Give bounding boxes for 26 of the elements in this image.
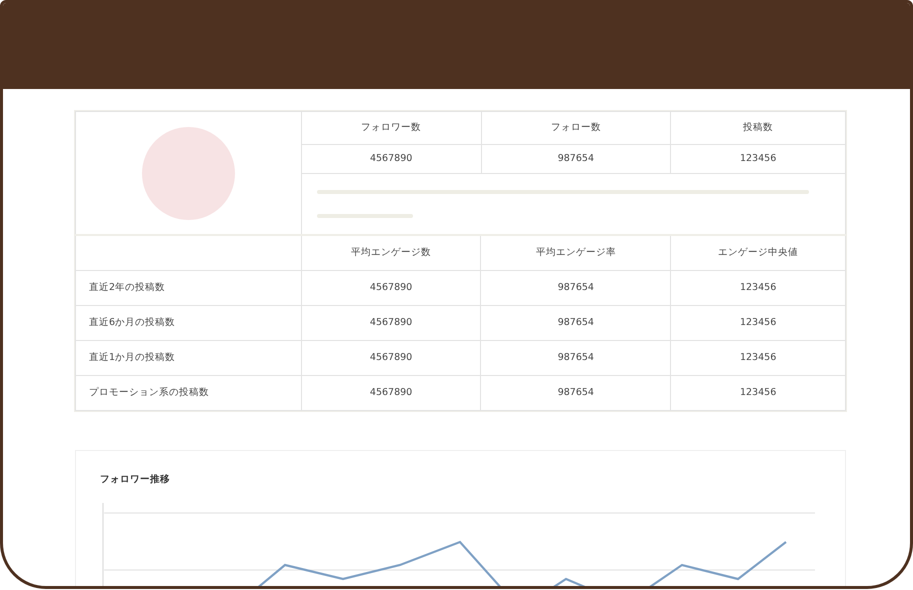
table-cell: 123456 <box>670 306 846 340</box>
column-header: 投稿数 <box>670 112 846 144</box>
table-cell: 987654 <box>480 270 671 306</box>
column-header: 平均エンゲージ率 <box>480 236 671 270</box>
table-cell: 4567890 <box>301 340 481 376</box>
column-header: フォロワー数 <box>301 112 481 144</box>
row-label: 直近1か月の投稿数 <box>76 340 302 376</box>
column-header: 平均エンゲージ数 <box>301 236 481 270</box>
table-cell: 987654 <box>480 376 671 410</box>
chart-title: フォロワー推移 <box>100 473 171 487</box>
table-cell: 987654 <box>480 306 671 340</box>
table-cell: 123456 <box>670 376 846 410</box>
table-cell: 4567890 <box>301 306 481 340</box>
table-cell: 987654 <box>481 144 671 174</box>
table-cell: 123456 <box>670 340 846 376</box>
table-cell: 4567890 <box>301 144 481 174</box>
table-cell: 123456 <box>670 270 846 306</box>
table-cell: 4567890 <box>301 376 481 410</box>
table-cell: 123456 <box>670 144 846 174</box>
table-cell: 4567890 <box>301 270 481 306</box>
row-label: 直近2年の投稿数 <box>76 270 302 306</box>
row-label: 直近6か月の投稿数 <box>76 306 302 340</box>
row-label: プロモーション系の投稿数 <box>76 376 302 410</box>
column-header: エンゲージ中央値 <box>670 236 846 270</box>
column-header: フォロー数 <box>481 112 671 144</box>
table-cell: 987654 <box>480 340 671 376</box>
